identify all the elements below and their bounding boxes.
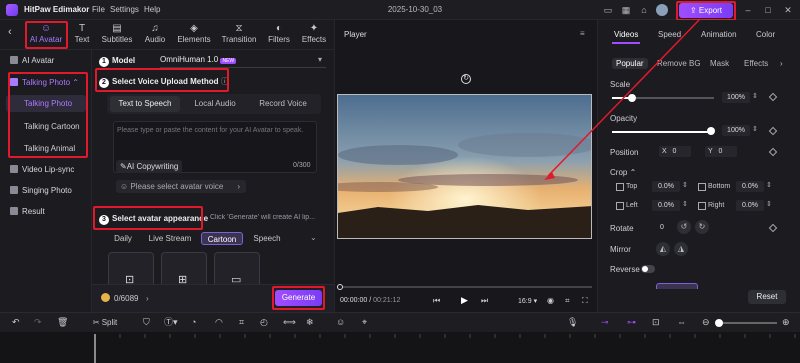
zoom-slider-knob[interactable] bbox=[715, 319, 723, 327]
annotation-arrow bbox=[544, 18, 701, 180]
marker-icon[interactable]: ⌖ bbox=[362, 317, 367, 328]
freeze-icon[interactable]: ❄ bbox=[306, 317, 314, 328]
zoom-in-icon[interactable]: ⊕ bbox=[782, 317, 790, 328]
ai-person-icon[interactable]: ☺ bbox=[336, 317, 345, 328]
link-icon[interactable]: ⊸ bbox=[601, 317, 609, 328]
text-tool-icon[interactable]: Ⓣ▾ bbox=[164, 317, 178, 328]
split-button[interactable]: ✂ Split bbox=[87, 317, 123, 328]
timeline-ruler bbox=[94, 334, 796, 363]
microphone-icon[interactable]: 🎙 bbox=[567, 317, 578, 328]
speed-icon[interactable]: ◔ bbox=[191, 317, 196, 328]
zoom-out-icon[interactable]: ⊖ bbox=[702, 317, 710, 328]
delete-icon[interactable]: 🗑 bbox=[57, 317, 68, 328]
snap-icon[interactable]: ⊶ bbox=[627, 317, 636, 328]
redo-icon[interactable]: ↷ bbox=[34, 317, 42, 328]
scissors-icon: ✂ bbox=[92, 318, 100, 327]
timer-icon[interactable]: ◴ bbox=[260, 317, 268, 328]
insert-icon[interactable]: ⊡ bbox=[652, 317, 660, 328]
audio-curve-icon[interactable]: ◠ bbox=[215, 317, 223, 328]
zoom-slider[interactable] bbox=[717, 322, 777, 324]
crop-tool-icon[interactable]: ⌗ bbox=[239, 317, 244, 328]
mirror-tool-icon[interactable]: ⟺ bbox=[283, 317, 296, 328]
timeline-area[interactable] bbox=[0, 332, 800, 363]
undo-icon[interactable]: ↶ bbox=[12, 317, 20, 328]
shield-icon[interactable]: ⛉ bbox=[143, 317, 150, 328]
fit-timeline-icon[interactable]: ⇔ bbox=[677, 317, 686, 328]
